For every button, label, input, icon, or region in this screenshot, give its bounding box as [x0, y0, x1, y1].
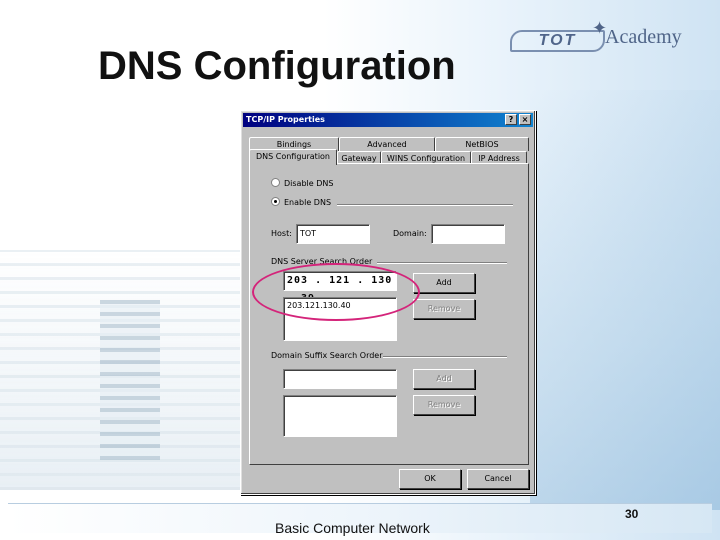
- tab-dns-configuration[interactable]: DNS Configuration: [249, 149, 337, 165]
- enable-dns-divider: [337, 204, 513, 206]
- enable-dns-label: Enable DNS: [284, 198, 332, 207]
- domain-suffix-input[interactable]: [283, 369, 397, 389]
- domain-suffix-divider: [383, 356, 507, 358]
- background-sky: [530, 90, 720, 510]
- host-label: Host:: [271, 229, 292, 238]
- dialog-title: TCP/IP Properties: [246, 115, 325, 124]
- enable-dns-option[interactable]: Enable DNS: [271, 197, 331, 209]
- dns-search-order-divider: [377, 262, 507, 264]
- disable-dns-radio[interactable]: [271, 178, 280, 187]
- logo-academy: Academy: [605, 26, 682, 48]
- tab-advanced[interactable]: Advanced: [339, 137, 435, 151]
- close-button[interactable]: ×: [519, 114, 531, 125]
- background-tower: [100, 300, 160, 460]
- footer-text: Basic Computer Network: [275, 520, 430, 536]
- domain-label: Domain:: [393, 229, 427, 238]
- slide-title: DNS Configuration: [98, 44, 456, 88]
- suffix-remove-button[interactable]: Remove: [413, 395, 475, 415]
- help-button[interactable]: ?: [505, 114, 517, 125]
- page-number: 30: [625, 507, 639, 521]
- domain-input[interactable]: [431, 224, 505, 244]
- domain-suffix-list[interactable]: [283, 395, 397, 437]
- logo-tot: TOT: [510, 30, 605, 52]
- disable-dns-label: Disable DNS: [284, 179, 334, 188]
- suffix-add-button[interactable]: Add: [413, 369, 475, 389]
- dns-add-button[interactable]: Add: [413, 273, 475, 293]
- cancel-button[interactable]: Cancel: [467, 469, 529, 489]
- enable-dns-radio[interactable]: [271, 197, 280, 206]
- highlight-oval: [252, 263, 420, 321]
- host-input[interactable]: TOT: [296, 224, 370, 244]
- dialog-titlebar[interactable]: TCP/IP Properties ? ×: [243, 113, 533, 127]
- dns-remove-button[interactable]: Remove: [413, 299, 475, 319]
- disable-dns-option[interactable]: Disable DNS: [271, 178, 333, 190]
- ok-button[interactable]: OK: [399, 469, 461, 489]
- tab-netbios[interactable]: NetBIOS: [435, 137, 529, 151]
- domain-suffix-label: Domain Suffix Search Order: [271, 351, 383, 360]
- academy-logo: TOT ✦ Academy: [510, 18, 710, 68]
